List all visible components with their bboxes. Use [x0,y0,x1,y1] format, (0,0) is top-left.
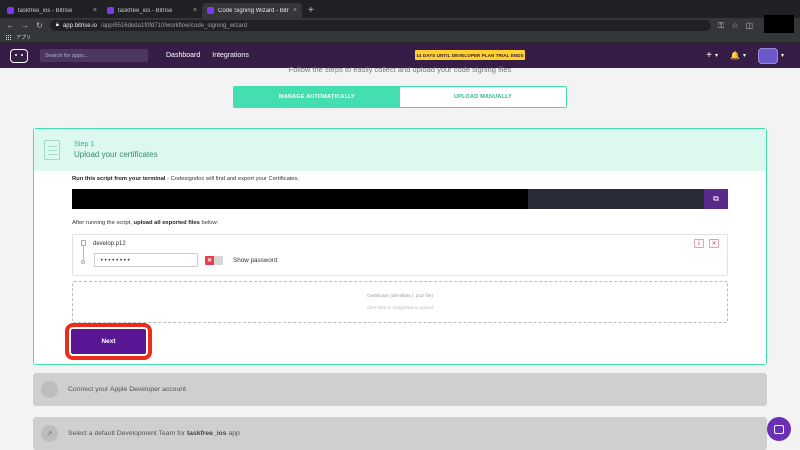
tab-label: taskfree_ios - Bitrise [18,7,73,14]
upload-instruction: After running the script, upload all exp… [72,220,219,226]
rocket-icon: ➚ [41,425,58,442]
file-tree-icon [81,240,87,268]
wizard-subtitle: Follow the steps to easily collect and u… [288,65,512,74]
search-placeholder: Search for apps... [45,52,89,59]
trial-badge[interactable]: 14 DAYS UNTIL DEVELOPER PLAN TRIAL ENDS [415,50,525,60]
star-icon[interactable]: ☆ [731,21,738,30]
step3-label: Select a default Development Team for ta… [68,430,240,437]
step2-row[interactable]: Connect your Apple Developer account [33,373,767,406]
forward-arrow-icon[interactable]: → [21,21,29,30]
nav-dashboard[interactable]: Dashboard [166,52,200,59]
tab-label: Code Signing Wizard - Bitrise [218,7,289,14]
search-input[interactable]: Search for apps... [40,49,148,62]
show-password-toggle[interactable]: ✕ [205,256,223,265]
chat-icon [774,424,784,434]
chevron-down-icon[interactable]: ▾ [743,52,746,59]
browser-tab-bar: taskfree_ios - Bitrise × taskfree_ios - … [0,0,800,18]
step2-label: Connect your Apple Developer account [68,386,186,393]
new-tab-button[interactable]: + [302,5,320,18]
remove-file-icon[interactable]: ✕ [709,239,719,248]
bitrise-favicon-icon [7,7,14,14]
chevron-down-icon[interactable]: ▾ [781,52,784,59]
script-code-box[interactable] [72,189,728,209]
copy-icon: ⧉ [713,194,719,203]
apple-icon [41,381,58,398]
tab-label: taskfree_ios - Bitrise [118,7,173,14]
tab-upload-manually[interactable]: UPLOAD MANUALLY [400,87,566,107]
tab-close-icon[interactable]: × [93,7,97,14]
tab-close-icon[interactable]: × [293,7,297,14]
bell-icon[interactable]: 🔔 [730,51,740,60]
lock-icon: 🔒︎ [55,22,59,28]
toggle-off-icon: ✕ [205,256,214,265]
certificate-dropzone[interactable]: Certificate (Identities | .p12 file) Cli… [72,281,728,323]
download-icon[interactable]: ⤓ [694,239,704,248]
dropzone-title: Certificate (Identities | .p12 file) [366,294,434,299]
browser-tab-active[interactable]: Code Signing Wizard - Bitrise × [202,3,302,18]
browser-tab[interactable]: taskfree_ios - Bitrise × [102,3,202,18]
tab-manage-automatically[interactable]: MANAGE AUTOMATICALLY [234,87,400,107]
password-field[interactable]: •••••••• [94,253,198,267]
file-name: develop.p12 [93,241,126,247]
url-host: app.bitrise.io [62,22,97,29]
browser-tab[interactable]: taskfree_ios - Bitrise × [2,3,102,18]
step-number: Step 1 [74,141,95,148]
copy-script-button[interactable]: ⧉ [704,189,728,209]
bookmark-apps[interactable]: アプリ [16,34,31,41]
chat-support-button[interactable] [767,417,791,441]
apps-grid-icon[interactable] [6,34,12,41]
show-password-label: Show password [233,257,278,264]
redacted-profile-area [764,15,794,33]
url-path: /app/6516deda1f0fd710/workflow/code_sign… [100,22,248,29]
step-title: Upload your certificates [74,150,158,159]
bookmarks-bar: アプリ [0,33,800,43]
bitrise-favicon-icon [107,7,114,14]
url-field[interactable]: 🔒︎ app.bitrise.io/app/6516deda1f0fd710/w… [49,20,712,31]
nav-integrations[interactable]: Integrations [212,52,249,59]
step3-row[interactable]: ➚ Select a default Development Team for … [33,417,767,450]
key-icon[interactable]: ⚿ [718,21,724,31]
bitrise-favicon-icon [207,7,214,14]
reload-icon[interactable]: ↻ [36,21,43,30]
signing-mode-toggle: MANAGE AUTOMATICALLY UPLOAD MANUALLY [233,86,567,108]
dropzone-hint: Click here or Drag&Drop to upload [367,305,433,310]
uploaded-file-item: develop.p12 •••••••• ✕ Show password ⤓ ✕ [72,234,728,276]
address-bar-row: ← → ↻ 🔒︎ app.bitrise.io/app/6516deda1f0f… [0,18,800,33]
step1-card: Step 1 Upload your certificates Run this… [33,128,767,365]
bitrise-logo-icon[interactable] [10,48,28,63]
step1-header: Step 1 Upload your certificates [34,129,766,171]
document-icon [44,140,60,160]
next-button[interactable]: Next [65,323,152,360]
chevron-down-icon[interactable]: ▾ [715,52,718,59]
avatar[interactable] [757,47,778,64]
back-arrow-icon[interactable]: ← [6,21,14,30]
tab-close-icon[interactable]: × [193,7,197,14]
script-instruction: Run this script from your terminal - Cod… [72,176,300,182]
extension-icon[interactable]: ◫ [745,21,753,30]
add-plus-icon[interactable]: + [706,50,712,61]
